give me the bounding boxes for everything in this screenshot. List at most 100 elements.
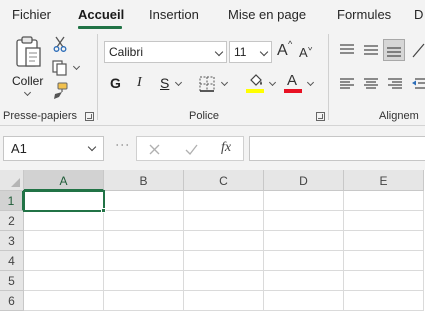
align-center-icon[interactable] — [364, 78, 378, 90]
group-separator — [97, 34, 98, 120]
cell-a2[interactable] — [24, 211, 104, 231]
align-bottom-button[interactable] — [383, 39, 405, 61]
cell-e3[interactable] — [344, 231, 424, 251]
active-cell-border — [23, 190, 105, 212]
chevron-down-icon[interactable] — [268, 78, 277, 87]
cell-d6[interactable] — [264, 291, 344, 311]
check-icon[interactable] — [185, 144, 198, 155]
formula-bar: A1 ⋮ fx — [0, 126, 425, 170]
column-header-c[interactable]: C — [184, 170, 264, 191]
italic-button[interactable]: I — [137, 75, 142, 91]
fill-color-button[interactable] — [246, 73, 266, 95]
close-icon[interactable] — [149, 144, 160, 155]
align-bottom-icon — [387, 47, 401, 57]
row-header-5[interactable]: 5 — [0, 271, 24, 291]
cell-b6[interactable] — [104, 291, 184, 311]
cell-e2[interactable] — [344, 211, 424, 231]
align-top-icon[interactable] — [340, 44, 354, 56]
cell-e6[interactable] — [344, 291, 424, 311]
cell-a5[interactable] — [24, 271, 104, 291]
column-header-b[interactable]: B — [104, 170, 184, 191]
caret-down-icon: ^ — [308, 42, 313, 52]
clipboard-dialog-launcher-icon[interactable] — [85, 112, 94, 121]
paste-icon — [16, 36, 41, 67]
cell-b3[interactable] — [104, 231, 184, 251]
cell-c2[interactable] — [184, 211, 264, 231]
font-size-select[interactable]: 11 — [229, 41, 272, 63]
name-box[interactable]: A1 — [3, 136, 104, 161]
tab-donnees[interactable]: D — [414, 7, 423, 22]
font-dialog-launcher-icon[interactable] — [316, 112, 325, 121]
copy-icon[interactable] — [52, 60, 68, 76]
ribbon: Coller Presse-papiers Calibri 11 A ^ A ^… — [0, 30, 425, 126]
column-header-a[interactable]: A — [24, 170, 104, 191]
underline-button[interactable]: S — [160, 75, 169, 91]
chevron-down-icon — [87, 142, 97, 152]
column-header-d[interactable]: D — [264, 170, 344, 191]
row-header-2[interactable]: 2 — [0, 211, 24, 231]
cell-e1[interactable] — [344, 191, 424, 211]
tab-fichier[interactable]: Fichier — [12, 7, 51, 22]
cell-e5[interactable] — [344, 271, 424, 291]
formula-input[interactable] — [249, 136, 425, 161]
row-header-6[interactable]: 6 — [0, 291, 24, 311]
tab-insertion[interactable]: Insertion — [149, 7, 199, 22]
font-color-button[interactable]: A — [284, 72, 304, 95]
cell-a6[interactable] — [24, 291, 104, 311]
cell-c3[interactable] — [184, 231, 264, 251]
tab-accueil[interactable]: Accueil — [78, 7, 124, 22]
shrink-font-button[interactable]: A ^ — [299, 41, 317, 63]
font-name-select[interactable]: Calibri — [104, 41, 227, 63]
tab-formules[interactable]: Formules — [337, 7, 391, 22]
fill-handle[interactable] — [101, 208, 106, 213]
column-header-e[interactable]: E — [344, 170, 424, 191]
cell-b1[interactable] — [104, 191, 184, 211]
cell-b2[interactable] — [104, 211, 184, 231]
align-middle-icon[interactable] — [364, 44, 378, 56]
cell-d4[interactable] — [264, 251, 344, 271]
align-right-icon[interactable] — [388, 78, 402, 90]
grow-font-icon: A — [277, 42, 288, 59]
spreadsheet-grid: ABCDE 123456 — [0, 170, 425, 312]
row-header-1[interactable]: 1 — [0, 191, 24, 211]
font-size-value: 11 — [234, 45, 247, 59]
format-painter-icon[interactable] — [52, 82, 68, 100]
bold-button[interactable]: G — [110, 75, 121, 91]
orientation-icon[interactable] — [412, 42, 425, 58]
cell-e4[interactable] — [344, 251, 424, 271]
clipboard-group-label: Presse-papiers — [3, 110, 77, 122]
cell-d1[interactable] — [264, 191, 344, 211]
cell-a3[interactable] — [24, 231, 104, 251]
font-group-label: Police — [189, 110, 219, 122]
cell-c4[interactable] — [184, 251, 264, 271]
chevron-down-icon[interactable] — [72, 62, 81, 71]
borders-icon[interactable] — [199, 76, 215, 92]
cell-b5[interactable] — [104, 271, 184, 291]
cell-c6[interactable] — [184, 291, 264, 311]
row-header-3[interactable]: 3 — [0, 231, 24, 251]
chevron-down-icon[interactable] — [174, 78, 183, 87]
paste-label: Coller — [12, 74, 44, 88]
cut-icon[interactable] — [53, 36, 67, 52]
cell-c1[interactable] — [184, 191, 264, 211]
cell-d2[interactable] — [264, 211, 344, 231]
cell-a4[interactable] — [24, 251, 104, 271]
align-left-icon[interactable] — [340, 78, 354, 90]
grow-font-button[interactable]: A ^ — [277, 39, 295, 63]
row-header-4[interactable]: 4 — [0, 251, 24, 271]
font-color-icon: A — [287, 72, 298, 89]
select-all-button[interactable] — [0, 170, 24, 191]
cell-c5[interactable] — [184, 271, 264, 291]
chevron-down-icon[interactable] — [220, 78, 229, 87]
font-color-swatch — [284, 89, 302, 93]
chevron-down-icon[interactable] — [306, 78, 315, 87]
tab-mise-en-page[interactable]: Mise en page — [228, 7, 306, 22]
decrease-indent-icon[interactable] — [412, 78, 425, 90]
cell-b4[interactable] — [104, 251, 184, 271]
caret-up-icon: ^ — [288, 39, 293, 49]
cell-d5[interactable] — [264, 271, 344, 291]
insert-function-button[interactable]: fx — [221, 140, 231, 156]
paste-button[interactable]: Coller — [8, 34, 46, 100]
formula-bar-resize-handle[interactable]: ⋮ — [115, 138, 131, 151]
cell-d3[interactable] — [264, 231, 344, 251]
